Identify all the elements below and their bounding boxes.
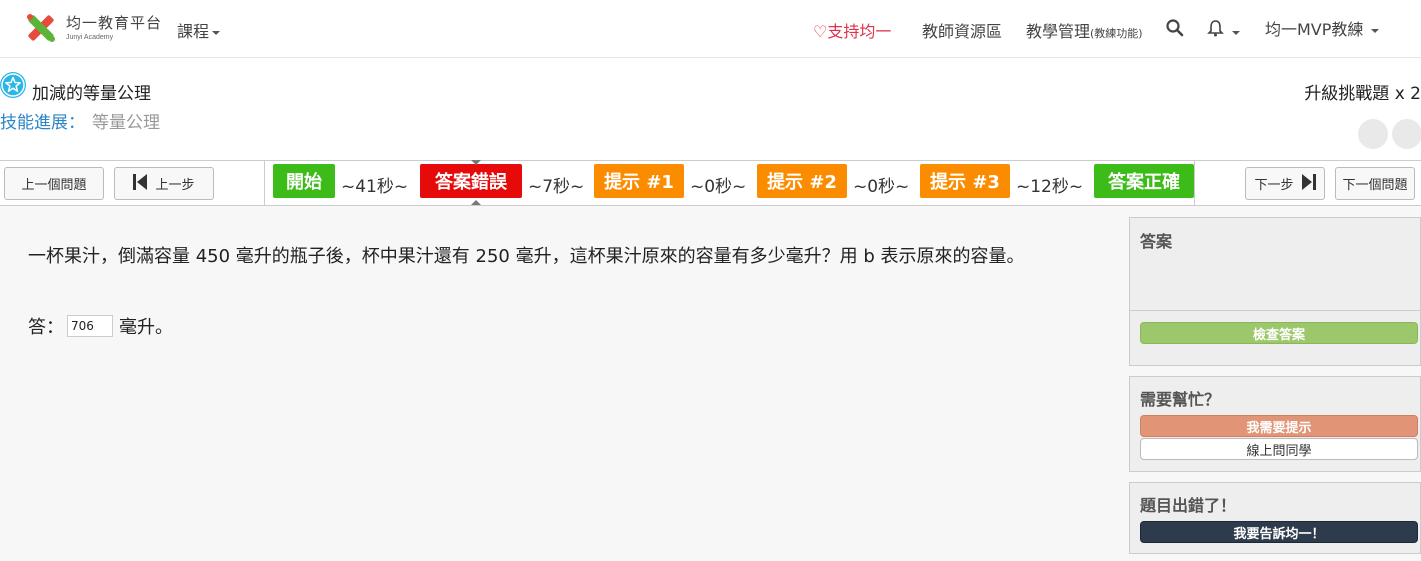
question-text: 一杯果汁，倒滿容量 450 毫升的瓶子後，杯中果汁還有 250 毫升，這杯果汁原… (28, 246, 1025, 267)
user-name: 均一MVP教練 (1265, 20, 1364, 39)
report-panel: 題目出錯了！ 我要告訴均一！ (1129, 482, 1421, 554)
notification-menu[interactable] (1207, 19, 1241, 41)
hint-button[interactable]: 我需要提示 (1140, 415, 1418, 437)
skill-progress-value: 等量公理 (92, 113, 160, 133)
event-hint-3[interactable]: 提示 #3 (920, 164, 1010, 198)
progress-dot (1392, 119, 1421, 149)
star-icon (0, 72, 26, 98)
next-step-button[interactable]: 下一步 (1245, 167, 1325, 200)
answer-line: 答： 毫升。 (28, 313, 173, 339)
time-gap: ~0秒~ (853, 177, 910, 197)
event-hint-1[interactable]: 提示 #1 (594, 164, 684, 198)
prev-step-button[interactable]: 上一步 (114, 167, 214, 200)
time-gap: ~12秒~ (1016, 177, 1084, 197)
event-wrong-answer[interactable]: 答案錯誤 (420, 164, 522, 198)
teaching-manage-label: 教學管理 (1026, 22, 1091, 41)
support-label: 支持均一 (827, 22, 892, 41)
answer-prefix: 答： (28, 317, 64, 338)
divider (1130, 310, 1420, 311)
help-panel-title: 需要幫忙？ (1140, 390, 1221, 409)
time-gap: ~7秒~ (528, 177, 585, 197)
chevron-down-icon (212, 30, 221, 35)
next-question-button[interactable]: 下一個問題 (1335, 167, 1415, 200)
support-link[interactable]: ♡支持均一 (813, 18, 891, 42)
check-answer-button[interactable]: 檢查答案 (1140, 322, 1418, 344)
heart-icon: ♡ (813, 22, 828, 41)
skill-progress-label: 技能進展： (0, 113, 85, 133)
chevron-down-icon (1371, 28, 1380, 33)
timeline-bar: 上一個問題 上一步 開始 ~41秒~ 答案錯誤 ~7秒~ 提示 #1 ~0秒~ … (0, 160, 1421, 206)
skip-back-icon (133, 173, 148, 194)
teaching-manage-note: (教練功能) (1090, 27, 1143, 40)
timeline: 開始 ~41秒~ 答案錯誤 ~7秒~ 提示 #1 ~0秒~ 提示 #2 ~0秒~… (264, 160, 1195, 205)
logo-icon (24, 11, 58, 45)
skip-forward-icon (1301, 173, 1316, 194)
chevron-down-icon (1232, 30, 1241, 35)
answer-panel-title: 答案 (1140, 232, 1173, 251)
report-panel-title: 題目出錯了！ (1140, 496, 1237, 515)
skill-title: 加減的等量公理 (32, 84, 151, 104)
time-gap: ~0秒~ (690, 177, 747, 197)
prev-step-label: 上一步 (155, 178, 195, 193)
current-marker-bottom (471, 200, 481, 205)
courses-menu[interactable]: 課程 (177, 18, 221, 42)
answer-panel: 答案 檢查答案 (1129, 217, 1421, 366)
next-step-label: 下一步 (1254, 178, 1294, 193)
logo[interactable]: 均一教育平台 Junyi Academy (24, 11, 162, 45)
current-marker-top (471, 160, 481, 165)
answer-input[interactable] (67, 315, 113, 337)
logo-subtitle: Junyi Academy (66, 33, 114, 41)
teacher-resources-link[interactable]: 教師資源區 (922, 18, 1002, 42)
help-panel: 需要幫忙？ 我需要提示 線上問同學 (1129, 376, 1421, 472)
answer-suffix: 毫升。 (119, 317, 173, 338)
event-start[interactable]: 開始 (273, 164, 335, 198)
challenge-count: 升級挑戰題 x 2 (1304, 84, 1421, 104)
time-gap: ~41秒~ (341, 177, 409, 197)
prev-question-button[interactable]: 上一個問題 (4, 167, 104, 200)
teaching-manage-link[interactable]: 教學管理(教練功能) (1026, 18, 1143, 42)
top-nav: 均一教育平台 Junyi Academy 課程 ♡支持均一 教師資源區 教學管理… (0, 0, 1421, 58)
user-menu[interactable]: 均一MVP教練 (1265, 16, 1380, 40)
courses-label: 課程 (177, 22, 210, 41)
bell-icon (1207, 20, 1229, 41)
skill-header: 加減的等量公理 技能進展： 等量公理 升級挑戰題 x 2 (0, 58, 1421, 160)
progress-dot (1358, 119, 1388, 149)
event-correct-answer[interactable]: 答案正確 (1094, 164, 1194, 198)
search-icon[interactable] (1166, 19, 1184, 41)
logo-title: 均一教育平台 (66, 13, 163, 32)
ask-classmate-button[interactable]: 線上問同學 (1140, 438, 1418, 460)
event-hint-2[interactable]: 提示 #2 (757, 164, 847, 198)
report-button[interactable]: 我要告訴均一！ (1140, 521, 1418, 543)
